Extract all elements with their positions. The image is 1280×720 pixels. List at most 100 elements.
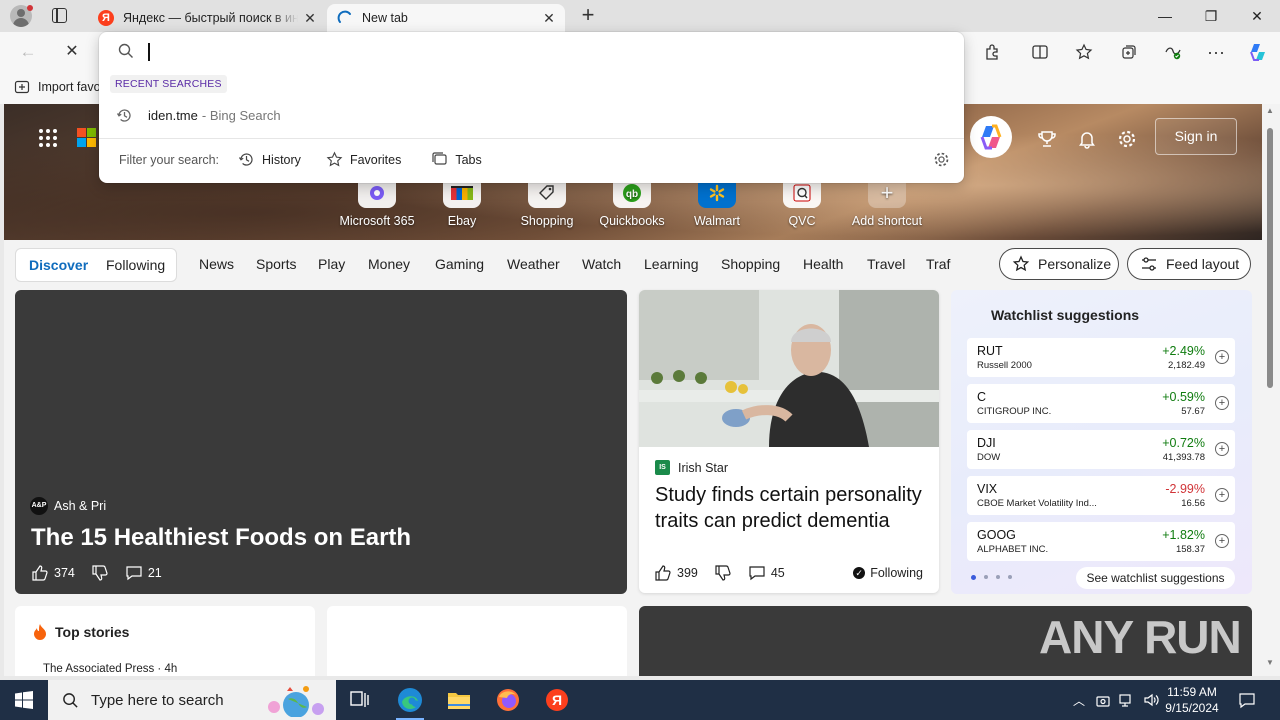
network-icon[interactable] — [1116, 680, 1138, 720]
notification-center-icon[interactable] — [1234, 680, 1260, 720]
comments-button[interactable]: 45 — [748, 564, 785, 582]
settings-gear-icon[interactable] — [1115, 127, 1139, 151]
close-window-button[interactable]: ✕ — [1234, 0, 1280, 32]
browser-essentials-icon[interactable] — [1159, 38, 1187, 66]
taskbar-firefox[interactable] — [484, 680, 532, 720]
stop-loading-icon[interactable]: ✕ — [58, 38, 86, 66]
category-watch[interactable]: Watch — [582, 256, 621, 272]
collections-icon[interactable] — [1115, 38, 1143, 66]
notifications-bell-icon[interactable] — [1075, 127, 1099, 151]
second-story-card[interactable]: IS Irish Star Study finds certain person… — [639, 290, 939, 593]
taskbar-search-box[interactable]: Type here to search — [48, 680, 336, 720]
add-to-watchlist-icon[interactable]: + — [1215, 534, 1229, 548]
add-shortcut-button[interactable]: + Add shortcut — [845, 178, 929, 228]
stock-symbol: DJI — [977, 436, 996, 450]
category-news[interactable]: News — [199, 256, 234, 272]
address-input[interactable] — [148, 43, 150, 61]
watchlist-row[interactable]: RUT Russell 2000 +2.49% 2,182.49 + — [967, 338, 1235, 377]
minimize-button[interactable]: — — [1142, 0, 1188, 32]
shortcut-qvc[interactable]: QVC — [760, 178, 844, 228]
category-travel[interactable]: Travel — [867, 256, 905, 272]
story-title[interactable]: Study finds certain personality traits c… — [655, 482, 925, 534]
split-screen-icon[interactable] — [1026, 38, 1054, 66]
shortcut-ebay[interactable]: Ebay — [420, 178, 504, 228]
tab-following[interactable]: Following — [106, 257, 165, 273]
category-gaming[interactable]: Gaming — [435, 256, 484, 272]
scroll-down-icon[interactable]: ▼ — [1266, 658, 1274, 667]
shortcut-microsoft-365[interactable]: Microsoft 365 — [335, 178, 419, 228]
shortcut-walmart[interactable]: Walmart — [675, 178, 759, 228]
back-arrow-icon[interactable]: ← — [14, 38, 42, 66]
story-title[interactable]: The 15 Healthiest Foods on Earth — [31, 524, 411, 552]
add-to-watchlist-icon[interactable]: + — [1215, 350, 1229, 364]
security-icon[interactable] — [1092, 680, 1114, 720]
suggestion-row[interactable]: iden.tme - Bing Search — [99, 102, 964, 129]
category-money[interactable]: Money — [368, 256, 410, 272]
shortcut-shopping[interactable]: Shopping — [505, 178, 589, 228]
dislike-button[interactable] — [714, 564, 732, 582]
import-favorites-button[interactable]: Import favo — [14, 79, 101, 95]
watchlist-row[interactable]: C CITIGROUP INC. +0.59% 57.67 + — [967, 384, 1235, 423]
following-status[interactable]: ✓ Following — [853, 566, 923, 580]
stock-name: DOW — [977, 452, 1001, 463]
personalize-label: Personalize — [1038, 256, 1112, 272]
watchlist-row[interactable]: DJI DOW +0.72% 41,393.78 + — [967, 430, 1235, 469]
main-story-card[interactable]: A&P Ash & Pri The 15 Healthiest Foods on… — [15, 290, 627, 594]
story-card-dark[interactable]: ANY RUN — [639, 606, 1252, 676]
system-clock[interactable]: 11:59 AM 9/15/2024 — [1157, 684, 1227, 716]
tab-new-tab[interactable]: New tab ✕ — [327, 4, 565, 32]
task-view-button[interactable] — [336, 680, 384, 720]
settings-gear-icon[interactable] — [933, 151, 950, 168]
rewards-trophy-icon[interactable] — [1035, 127, 1059, 151]
category-shopping[interactable]: Shopping — [721, 256, 780, 272]
app-launcher-icon[interactable] — [38, 128, 58, 148]
start-button[interactable] — [0, 680, 48, 720]
category-sports[interactable]: Sports — [256, 256, 296, 272]
story-photo — [639, 290, 939, 447]
category-learning[interactable]: Learning — [644, 256, 699, 272]
tab-yandex[interactable]: Я Яндекс — быстрый поиск в интернете ✕ — [88, 4, 326, 32]
tab-actions-icon[interactable] — [52, 8, 67, 23]
category-weather[interactable]: Weather — [507, 256, 560, 272]
filter-history[interactable]: History — [238, 151, 301, 168]
more-menu-icon[interactable]: ··· — [1202, 38, 1230, 66]
close-tab-icon[interactable]: ✕ — [298, 6, 322, 30]
watchlist-row[interactable]: VIX CBOE Market Volatility Ind... -2.99%… — [967, 476, 1235, 515]
like-button[interactable]: 399 — [654, 564, 698, 582]
filter-favorites[interactable]: Favorites — [326, 151, 401, 168]
shortcut-quickbooks[interactable]: qb Quickbooks — [590, 178, 674, 228]
tab-discover[interactable]: Discover — [29, 257, 88, 273]
favorites-star-icon[interactable] — [1070, 38, 1098, 66]
category-health[interactable]: Health — [803, 256, 843, 272]
restore-button[interactable]: ❐ — [1188, 0, 1234, 32]
show-hidden-icons[interactable]: ︿ — [1068, 680, 1090, 720]
close-tab-icon[interactable]: ✕ — [537, 6, 561, 30]
personalize-button[interactable]: Personalize — [999, 248, 1119, 280]
taskbar-yandex-browser[interactable]: Я — [533, 680, 581, 720]
add-to-watchlist-icon[interactable]: + — [1215, 442, 1229, 456]
filter-tabs[interactable]: Tabs — [431, 151, 482, 168]
comments-button[interactable]: 21 — [125, 564, 162, 582]
add-to-watchlist-icon[interactable]: + — [1215, 488, 1229, 502]
watchlist-row[interactable]: GOOG ALPHABET INC. +1.82% 158.37 + — [967, 522, 1235, 561]
carousel-dots[interactable] — [971, 575, 1020, 580]
stock-name: CBOE Market Volatility Ind... — [977, 498, 1097, 509]
like-button[interactable]: 374 — [31, 564, 75, 582]
sign-in-button[interactable]: Sign in — [1155, 118, 1237, 155]
scroll-thumb[interactable] — [1267, 128, 1273, 388]
sparkle-star-icon — [1012, 255, 1030, 272]
dislike-button[interactable] — [91, 564, 109, 582]
add-to-watchlist-icon[interactable]: + — [1215, 396, 1229, 410]
see-watchlist-suggestions-button[interactable]: See watchlist suggestions — [1076, 567, 1235, 589]
taskbar-file-explorer[interactable] — [435, 680, 483, 720]
feed-layout-button[interactable]: Feed layout — [1127, 248, 1251, 280]
category-play[interactable]: Play — [318, 256, 345, 272]
new-tab-button[interactable]: + — [577, 4, 599, 28]
copilot-icon[interactable] — [1244, 38, 1272, 66]
page-scrollbar[interactable]: ▲ ▼ — [1262, 104, 1280, 676]
taskbar-edge[interactable] — [386, 680, 434, 720]
extensions-icon[interactable] — [978, 38, 1006, 66]
copilot-button[interactable] — [970, 116, 1012, 158]
scroll-up-icon[interactable]: ▲ — [1266, 106, 1274, 115]
category-traffic[interactable]: Traf — [926, 256, 950, 272]
